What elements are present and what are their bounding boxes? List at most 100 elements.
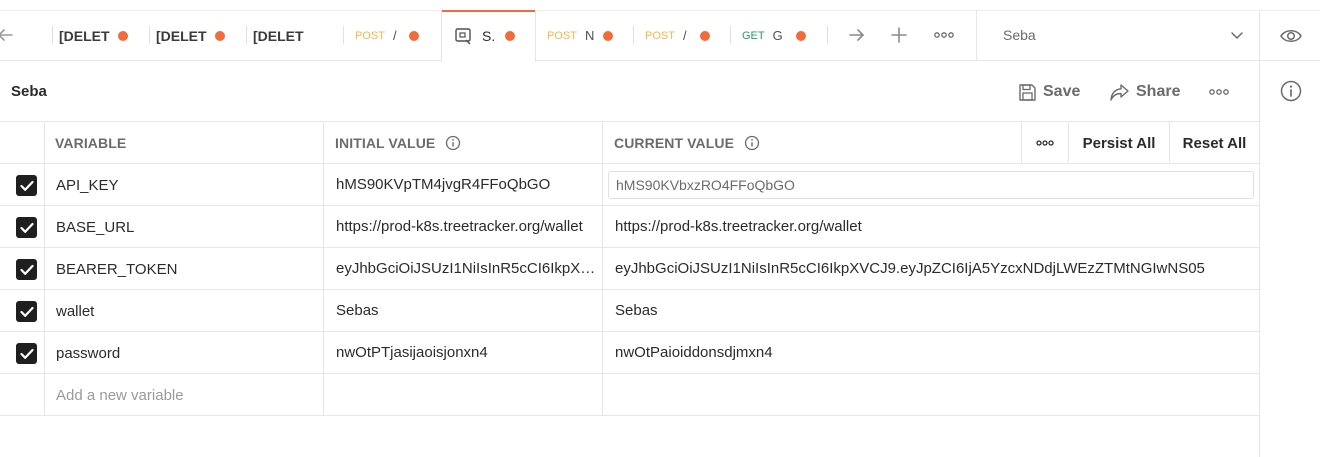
tab-label: S. — [482, 28, 496, 44]
unsaved-dot — [505, 31, 515, 41]
initial-value-cell[interactable]: https://prod-k8s.treetracker.org/wallet — [336, 206, 596, 248]
initial-value-cell[interactable]: hMS90KVpTM4jvgR4FFoQbGO — [336, 164, 596, 206]
request-tab[interactable]: POST / — [633, 10, 730, 61]
tab-divider — [730, 26, 731, 44]
more-horizontal-icon — [1209, 89, 1229, 95]
share-button[interactable]: Share — [1109, 79, 1180, 105]
save-icon — [1019, 83, 1036, 101]
tab-label: / — [392, 28, 397, 43]
add-variable-row: Add a new variable — [0, 374, 1259, 416]
request-tab[interactable]: GET G — [730, 10, 827, 61]
plus-icon[interactable] — [887, 23, 911, 47]
tab-divider — [52, 26, 53, 44]
environment-tab[interactable]: S. — [441, 10, 536, 62]
tab-label: [DELET — [253, 27, 304, 44]
column-header-label: CURRENT VALUE — [614, 135, 735, 151]
checkbox-checked-icon[interactable] — [16, 217, 37, 238]
eye-icon[interactable] — [1278, 23, 1304, 49]
share-button-label: Share — [1136, 83, 1181, 100]
active-tab-indicator — [442, 10, 535, 12]
http-method-label: POST — [547, 29, 577, 42]
new-initial-value-cell[interactable] — [324, 374, 602, 416]
current-value-input[interactable]: hMS90KVbxzRO4FFoQbGO — [608, 171, 1254, 199]
initial-value-cell[interactable]: Sebas — [336, 290, 596, 332]
right-sidebar — [1259, 61, 1320, 457]
table-header-row: VARIABLE INITIAL VALUE CURRENT VALUE Per… — [0, 122, 1259, 164]
http-method-label: GET — [742, 29, 765, 42]
more-options-button[interactable] — [1208, 79, 1236, 105]
current-value-cell[interactable]: eyJhbGciOiJSUzI1NiIsInR5cCI6IkpXVCJ9.eyJ… — [615, 248, 1252, 290]
request-tab[interactable]: [DELET — [52, 10, 149, 61]
tab-label: [DELET — [59, 27, 110, 44]
variable-name-cell[interactable]: BASE_URL — [56, 206, 316, 248]
info-icon[interactable] — [445, 135, 461, 151]
reset-all-button[interactable]: Reset All — [1169, 122, 1259, 164]
request-tab[interactable]: [DELET — [246, 10, 343, 61]
arrow-right-icon[interactable] — [845, 23, 869, 47]
checkbox-checked-icon[interactable] — [16, 301, 37, 322]
table-more-options-button[interactable] — [1021, 122, 1068, 164]
tab-label: / — [682, 28, 687, 43]
more-horizontal-icon[interactable] — [932, 23, 956, 47]
request-tab[interactable]: POST / — [343, 10, 440, 61]
unsaved-dot — [796, 31, 806, 41]
tab-divider — [149, 26, 150, 44]
checkbox-checked-icon[interactable] — [16, 175, 37, 196]
http-method-label: POST — [645, 29, 675, 42]
environment-icon — [455, 28, 471, 45]
persist-all-button[interactable]: Persist All — [1068, 122, 1169, 164]
environment-selector-label: Seba — [1003, 27, 1036, 43]
tab-divider — [827, 10, 828, 61]
tab-divider — [633, 26, 634, 44]
column-header-current-value: CURRENT VALUE — [614, 122, 760, 164]
column-divider — [323, 122, 324, 164]
save-button[interactable]: Save — [1018, 79, 1080, 105]
more-horizontal-icon — [1036, 140, 1054, 146]
chevron-down-icon — [1231, 32, 1243, 40]
table-row: API_KEY hMS90KVpTM4jvgR4FFoQbGO hMS90KVb… — [0, 164, 1259, 206]
unsaved-dot — [409, 31, 419, 41]
tab-label: N — [584, 28, 595, 43]
environment-title[interactable]: Seba — [11, 83, 47, 100]
add-variable-input[interactable]: Add a new variable — [56, 374, 316, 416]
save-button-label: Save — [1043, 83, 1081, 100]
tab-divider — [343, 26, 344, 44]
current-value-cell[interactable]: https://prod-k8s.treetracker.org/wallet — [615, 206, 1252, 248]
column-divider — [44, 122, 45, 164]
http-method-label: POST — [355, 29, 385, 42]
current-value-cell[interactable]: Sebas — [615, 290, 1252, 332]
column-header-variable: VARIABLE — [55, 135, 127, 151]
variable-name-cell[interactable]: API_KEY — [56, 164, 316, 206]
new-current-value-cell[interactable] — [603, 374, 1259, 416]
environment-header: Seba Save Share — [0, 61, 1259, 122]
unsaved-dot — [215, 31, 225, 41]
unsaved-dot — [118, 31, 128, 41]
table-row: password nwOtPTjasijaoisjonxn4 nwOtPaioi… — [0, 332, 1259, 374]
initial-value-cell[interactable]: nwOtPTjasijaoisjonxn4 — [336, 332, 596, 374]
column-header-initial-value: INITIAL VALUE — [335, 122, 461, 164]
tab-label: G — [772, 28, 783, 43]
unsaved-dot — [700, 31, 710, 41]
unsaved-dot — [603, 31, 613, 41]
column-header-label: INITIAL VALUE — [335, 135, 436, 151]
variable-name-cell[interactable]: password — [56, 332, 316, 374]
column-divider — [602, 122, 603, 164]
table-row: BEARER_TOKEN eyJhbGciOiJSUzI1NiIsInR5cCI… — [0, 248, 1259, 290]
initial-value-cell[interactable]: eyJhbGciOiJSUzI1NiIsInR5cCI6IkpXVCJ9 — [336, 248, 596, 290]
request-tab[interactable]: POST N — [536, 10, 633, 61]
tab-label: [DELET — [156, 27, 207, 44]
table-row: BASE_URL https://prod-k8s.treetracker.or… — [0, 206, 1259, 248]
environment-selector[interactable]: Seba — [976, 10, 1260, 61]
tab-divider — [246, 26, 247, 44]
request-tab[interactable]: [DELET — [149, 10, 246, 61]
table-row: wallet Sebas Sebas — [0, 290, 1259, 332]
arrow-left-icon[interactable] — [0, 24, 16, 46]
info-icon[interactable] — [1279, 79, 1303, 103]
checkbox-checked-icon[interactable] — [16, 343, 37, 364]
current-value-cell[interactable]: nwOtPaioiddonsdjmxn4 — [615, 332, 1252, 374]
variable-name-cell[interactable]: BEARER_TOKEN — [56, 248, 316, 290]
variable-name-cell[interactable]: wallet — [56, 290, 316, 332]
checkbox-checked-icon[interactable] — [16, 259, 37, 280]
info-icon[interactable] — [744, 135, 760, 151]
tab-bar: [DELET [DELET [DELET POST / S. POST N PO… — [0, 10, 1320, 62]
